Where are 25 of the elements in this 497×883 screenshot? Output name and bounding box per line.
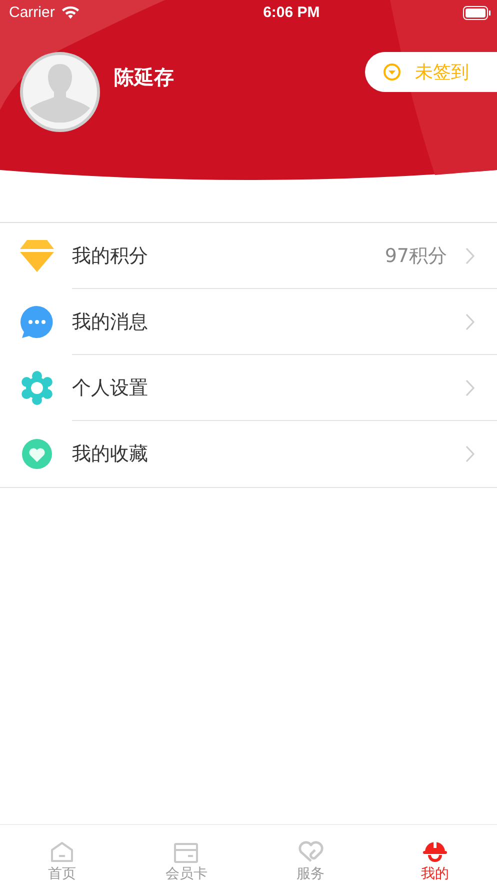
diamond-icon <box>20 240 54 272</box>
menu-label: 我的积分 <box>72 244 149 268</box>
helmet-icon <box>422 839 447 863</box>
coin-icon <box>383 63 401 81</box>
chevron-right-icon <box>465 246 475 264</box>
menu-value: 97积分 <box>384 244 447 268</box>
avatar-icon <box>20 52 100 132</box>
battery-icon <box>462 6 491 20</box>
menu-item[interactable]: 我的消息 <box>0 289 497 355</box>
carrier-name: Carrier <box>9 4 55 21</box>
chat-bubble-icon <box>20 305 54 339</box>
card-icon <box>174 843 198 863</box>
clock-time: 6:06 PM <box>263 4 320 21</box>
menu-label: 个人设置 <box>72 376 149 400</box>
chevron-right-icon <box>465 312 475 330</box>
chevron-right-icon <box>465 378 475 396</box>
house-icon <box>50 841 74 863</box>
gear-icon <box>20 371 54 405</box>
menu-label: 我的收藏 <box>72 442 149 466</box>
user-name: 陈延存 <box>114 64 175 91</box>
chevron-right-icon <box>465 444 475 462</box>
menu-item[interactable]: 我的积分 97积分 <box>0 223 497 289</box>
menu-item[interactable]: 个人设置 <box>0 355 497 421</box>
wifi-icon <box>60 6 80 20</box>
menu-label: 我的消息 <box>72 310 149 334</box>
